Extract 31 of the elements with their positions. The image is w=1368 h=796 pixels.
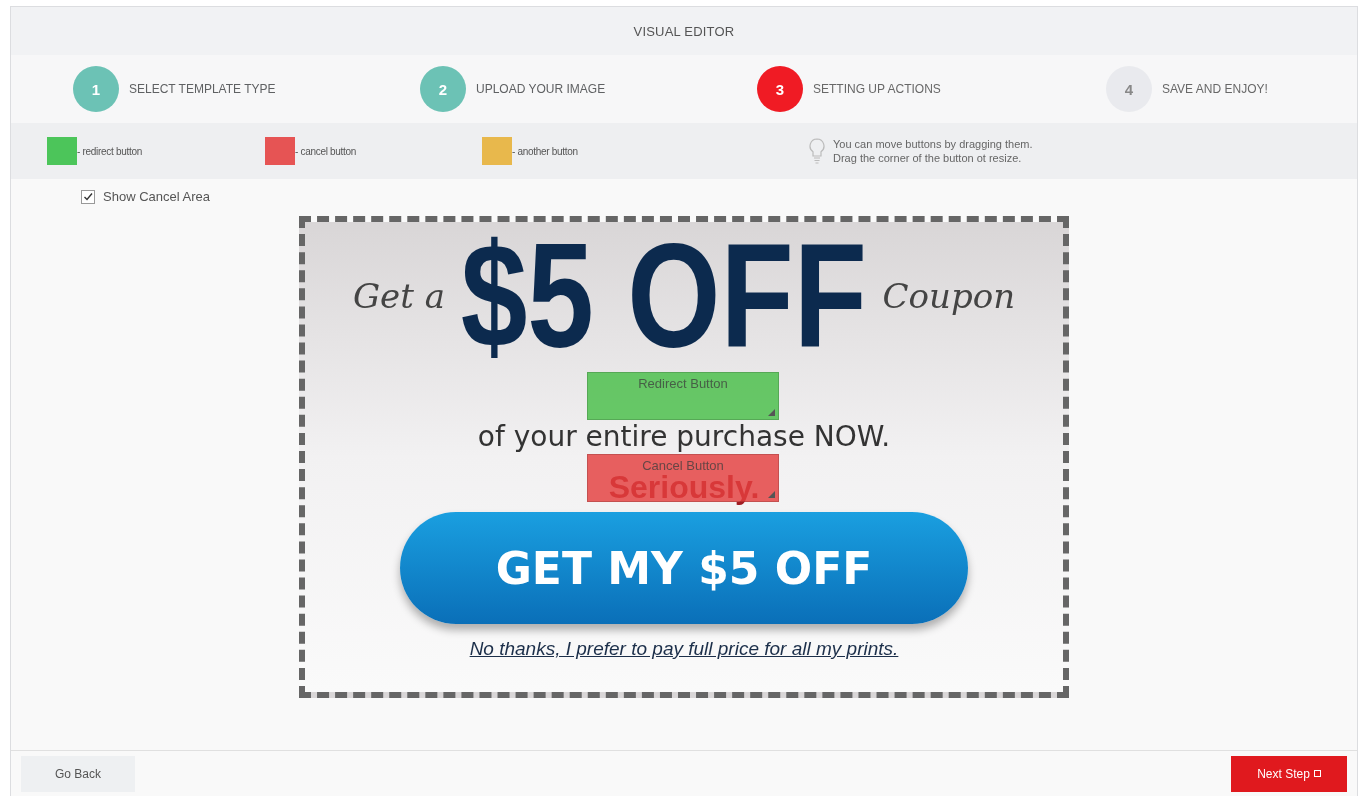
legend-label: - redirect button	[77, 145, 142, 157]
action-area-label: Redirect Button	[638, 376, 728, 391]
hint-text: You can move buttons by dragging them.	[833, 138, 1033, 150]
square-icon	[1313, 770, 1321, 777]
legend-label: - another button	[512, 145, 578, 157]
step-label: SAVE AND ENJOY!	[1162, 82, 1268, 96]
resize-grip-icon[interactable]	[768, 491, 775, 498]
legend-label: - cancel button	[295, 145, 357, 157]
coupon-cta-button[interactable]: GET MY $5 OFF	[400, 512, 968, 624]
action-area-label: Cancel Button	[642, 458, 724, 473]
checkbox[interactable]	[81, 189, 95, 204]
coupon-lead-text: Get a	[352, 276, 445, 316]
decline-link[interactable]: No thanks, I prefer to pay full price for all my prints.	[469, 638, 899, 660]
step-number: 2	[420, 66, 466, 112]
coupon-headline: $5 OFF	[460, 222, 867, 370]
go-back-button[interactable]: Go Back	[21, 755, 135, 792]
next-step-button[interactable]: Next Step	[1231, 755, 1347, 792]
resize-grip-icon[interactable]	[768, 409, 775, 416]
checkbox-label: Show Cancel Area	[103, 189, 210, 204]
step-number: 3	[757, 66, 803, 112]
step-number: 1	[73, 66, 119, 112]
step-label: UPLOAD YOUR IMAGE	[476, 82, 606, 96]
step-label: SETTING UP ACTIONS	[813, 82, 941, 96]
editor-title: VISUAL EDITOR	[633, 23, 735, 39]
coupon-trail-text: Coupon	[882, 276, 1016, 316]
redirect-action-area[interactable]: Redirect Button	[587, 372, 779, 420]
lightbulb-icon	[809, 138, 825, 164]
hint-text: Drag the corner of the button ot resize.	[833, 152, 1023, 164]
step-number: 4	[1106, 66, 1152, 112]
step-label: SELECT TEMPLATE TYPE	[129, 82, 276, 96]
coupon-subline: of your entire purchase NOW.	[477, 422, 891, 452]
